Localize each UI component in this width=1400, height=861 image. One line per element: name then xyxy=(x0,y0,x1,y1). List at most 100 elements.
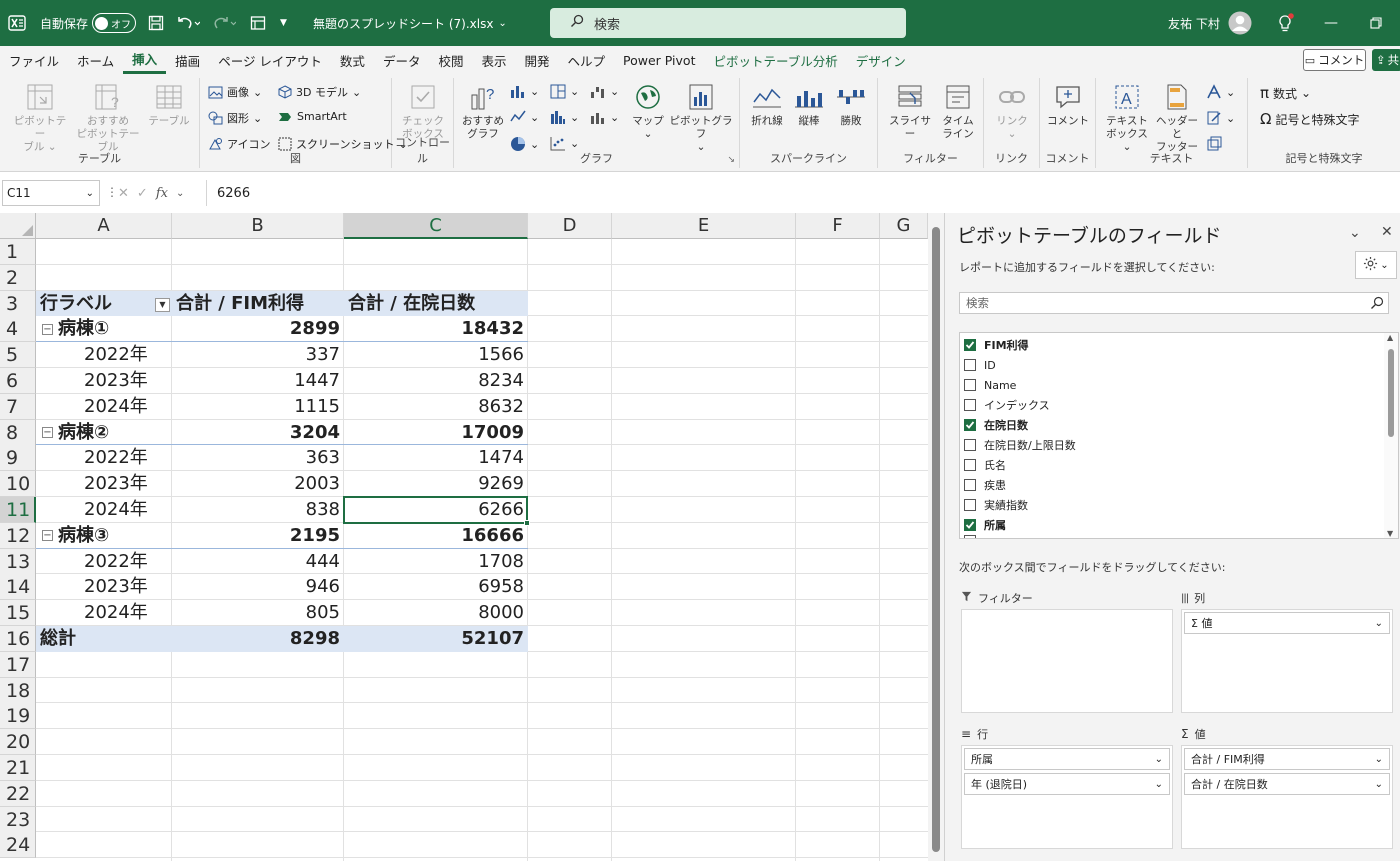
field-list-scroll-thumb[interactable] xyxy=(1388,349,1394,437)
area-field-chip[interactable]: 合計 / FIM利得 ⌄ xyxy=(1184,748,1390,770)
row-header-2[interactable]: 2 xyxy=(0,264,36,291)
pivot-header-row-labels[interactable]: 行ラベル ▼ xyxy=(36,291,172,317)
row-header-20[interactable]: 20 xyxy=(0,729,36,756)
chip-chevron-icon[interactable]: ⌄ xyxy=(1375,618,1383,629)
field-item[interactable]: 疾患 xyxy=(964,475,1006,495)
timeline-button[interactable]: タイム ライン xyxy=(938,82,978,141)
textbox-button[interactable]: A テキスト ボックス ⌄ xyxy=(1102,82,1152,154)
pivot-item-year[interactable]: 2024年 xyxy=(36,600,172,626)
autosave-toggle[interactable]: オフ xyxy=(92,0,136,46)
field-item[interactable]: 実績指数 xyxy=(964,495,1028,515)
field-item[interactable]: ID xyxy=(964,355,996,375)
sparkline-column-button[interactable]: 縦棒 xyxy=(792,82,826,128)
pivot-item-days[interactable]: 1474 xyxy=(344,445,528,471)
image-button[interactable]: 画像 ⌄ xyxy=(208,84,262,100)
pivot-item-days[interactable]: 6266 xyxy=(344,497,528,523)
pivot-header-fim[interactable]: 合計 / FIM利得 xyxy=(172,291,344,317)
customize-qat-icon[interactable]: ▼ xyxy=(280,0,287,46)
field-item[interactable]: インデックス xyxy=(964,395,1050,415)
filter-dropdown-icon[interactable]: ▼ xyxy=(155,297,170,312)
symbol-button[interactable]: Ω 記号と特殊文字 xyxy=(1260,110,1359,128)
pivot-group-days[interactable]: 18432 xyxy=(344,316,528,342)
statistic-chart-button[interactable]: ⌄ xyxy=(550,110,579,125)
form-icon[interactable] xyxy=(250,0,266,46)
equation-button[interactable]: π 数式 ⌄ xyxy=(1260,84,1311,102)
tab-3[interactable]: 描画 xyxy=(166,46,209,74)
pivot-total-label[interactable]: 総計 xyxy=(36,626,172,652)
pivot-table-button[interactable]: ピボットテー ブル ⌄ xyxy=(10,82,70,154)
row-header-1[interactable]: 1 xyxy=(0,239,36,265)
cancel-icon[interactable]: ✕ xyxy=(118,186,129,201)
pivot-group-fim[interactable]: 3204 xyxy=(172,420,344,446)
pivot-item-fim[interactable]: 838 xyxy=(172,497,344,523)
scatter-chart-button[interactable]: ⌄ xyxy=(550,136,579,151)
scrollbar-thumb[interactable] xyxy=(932,227,940,852)
row-header-4[interactable]: 4 xyxy=(0,316,36,343)
tab-10[interactable]: ヘルプ xyxy=(559,46,615,74)
tab-8[interactable]: 表示 xyxy=(472,46,515,74)
save-icon[interactable] xyxy=(148,0,164,46)
row-header-11[interactable]: 11 xyxy=(0,497,36,523)
column-chart-button[interactable]: ⌄ xyxy=(510,84,539,99)
search-box[interactable]: 検索 xyxy=(550,8,906,38)
column-header-g[interactable]: G xyxy=(880,213,928,239)
field-item[interactable]: 在院日数/上限日数 xyxy=(964,435,1076,455)
line-chart-button[interactable]: ⌄ xyxy=(510,110,539,124)
vertical-scrollbar[interactable] xyxy=(928,213,944,861)
tab-12[interactable]: ピボットテーブル分析 xyxy=(704,46,846,74)
recommended-charts-button[interactable]: ? おすすめ グラフ xyxy=(458,82,508,141)
pivot-item-days[interactable]: 9269 xyxy=(344,471,528,497)
columns-dropzone[interactable]: Σ 値 ⌄ xyxy=(1181,609,1393,713)
pivot-group-days[interactable]: 17009 xyxy=(344,420,528,446)
enter-icon[interactable]: ✓ xyxy=(137,186,148,201)
field-search-input[interactable]: 検索 xyxy=(959,292,1389,314)
tab-5[interactable]: 数式 xyxy=(331,46,374,74)
row-header-24[interactable]: 24 xyxy=(0,832,36,859)
field-item[interactable]: Name xyxy=(964,375,1016,395)
row-header-12[interactable]: 12 xyxy=(0,522,36,549)
chip-chevron-icon[interactable]: ⌄ xyxy=(1375,779,1383,790)
column-header-e[interactable]: E xyxy=(612,213,796,239)
pivot-item-days[interactable]: 8000 xyxy=(344,600,528,626)
pivot-item-fim[interactable]: 1447 xyxy=(172,368,344,394)
pivot-item-year[interactable]: 2022年 xyxy=(36,445,172,471)
tab-9[interactable]: 開発 xyxy=(515,46,558,74)
pivot-item-days[interactable]: 8234 xyxy=(344,368,528,394)
row-header-3[interactable]: 3 xyxy=(0,290,36,317)
insert-function-button[interactable]: fx xyxy=(156,186,168,201)
pivot-item-year[interactable]: 2024年 xyxy=(36,497,172,523)
pivot-item-days[interactable]: 1708 xyxy=(344,549,528,575)
collapse-button[interactable]: − xyxy=(42,427,53,439)
column-header-a[interactable]: A xyxy=(36,213,172,239)
waterfall-chart-button[interactable]: ⌄ xyxy=(590,84,619,99)
chip-chevron-icon[interactable]: ⌄ xyxy=(1155,779,1163,790)
charts-dialog-launcher-icon[interactable]: ↘ xyxy=(727,155,735,165)
field-checkbox[interactable] xyxy=(964,419,976,431)
signature-line-button[interactable]: ⌄ xyxy=(1206,110,1235,126)
row-header-17[interactable]: 17 xyxy=(0,651,36,678)
pivot-total-days[interactable]: 52107 xyxy=(344,626,528,652)
pivot-item-days[interactable]: 6958 xyxy=(344,574,528,600)
wordart-button[interactable]: ⌄ xyxy=(1206,84,1235,100)
pivot-item-year[interactable]: 2023年 xyxy=(36,574,172,600)
field-list-scrollbar[interactable]: ▲ ▼ xyxy=(1384,333,1398,538)
row-header-13[interactable]: 13 xyxy=(0,548,36,575)
file-name-dropdown[interactable]: 無題のスプレッドシート (7).xlsx ⌄ xyxy=(313,0,507,46)
collapse-button[interactable]: − xyxy=(42,530,53,542)
select-all-corner[interactable] xyxy=(0,213,36,239)
pivot-group-days[interactable]: 16666 xyxy=(344,523,528,549)
slicer-button[interactable]: スライサー xyxy=(884,82,936,141)
pivot-group-fim[interactable]: 2899 xyxy=(172,316,344,342)
tab-13[interactable]: デザイン xyxy=(847,46,915,74)
sparkline-winloss-button[interactable]: 勝敗 xyxy=(832,82,870,128)
row-header-9[interactable]: 9 xyxy=(0,445,36,472)
field-checkbox[interactable] xyxy=(964,479,976,491)
row-header-21[interactable]: 21 xyxy=(0,755,36,781)
pivot-item-year[interactable]: 2023年 xyxy=(36,368,172,394)
row-header-8[interactable]: 8 xyxy=(0,419,36,446)
row-header-18[interactable]: 18 xyxy=(0,677,36,704)
field-checkbox[interactable] xyxy=(964,439,976,451)
row-header-23[interactable]: 23 xyxy=(0,806,36,833)
pivot-group-fim[interactable]: 2195 xyxy=(172,523,344,549)
scroll-down-icon[interactable]: ▼ xyxy=(1387,529,1393,538)
